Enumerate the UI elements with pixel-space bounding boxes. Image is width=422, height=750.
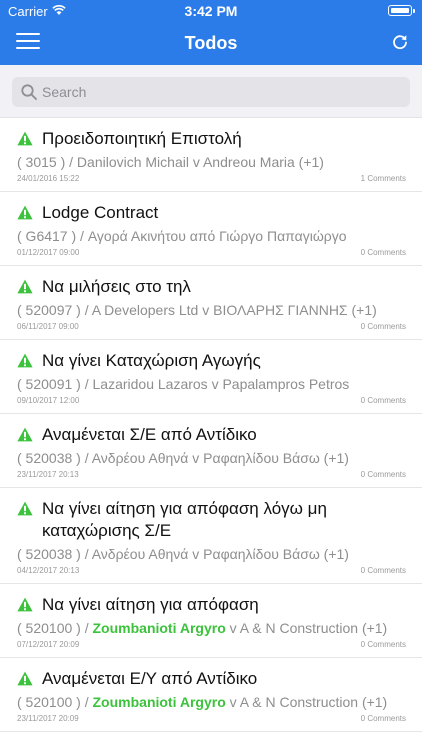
todo-assignee: Zoumbanioti Argyro xyxy=(92,694,226,710)
todo-case: ( G6417 ) / Αγορά Ακινήτου από Γιώργο Πα… xyxy=(17,227,408,246)
todo-title-row: Να γίνει αίτηση για απόφαση λόγω μη κατα… xyxy=(17,498,408,542)
todo-case-code: ( 520038 ) / xyxy=(17,450,92,466)
todo-title-row: Προειδοποιητική Επιστολή xyxy=(17,128,408,150)
todo-case-code: ( G6417 ) / xyxy=(17,228,88,244)
status-time: 3:42 PM xyxy=(184,3,238,19)
todo-title: Να γίνει αίτηση για απόφαση xyxy=(42,595,259,614)
todo-meta: 23/11/2017 20:13 0 Comments xyxy=(17,468,408,481)
todo-title-row: Να μιλήσεις στο τηλ xyxy=(17,276,408,298)
todo-meta: 01/12/2017 09:00 0 Comments xyxy=(17,246,408,259)
todo-title: Να μιλήσεις στο τηλ xyxy=(42,277,191,296)
warning-icon xyxy=(17,131,33,146)
todo-comments-count[interactable]: 0 Comments xyxy=(361,246,406,259)
todo-comments-count[interactable]: 0 Comments xyxy=(361,712,406,725)
todo-item[interactable]: Αναμένεται Σ/Ε από Αντίδικο ( 520038 ) /… xyxy=(0,414,422,488)
todo-case-code: ( 3015 ) / xyxy=(17,154,77,170)
todo-case-parties: Ανδρέου Αθηνά v Ραφαηλίδου Βάσω (+1) xyxy=(91,450,349,466)
todo-date: 06/11/2017 09:00 xyxy=(17,322,79,331)
todo-title: Αναμένεται Ε/Υ από Αντίδικο xyxy=(42,669,258,688)
todo-case: ( 520100 ) / Zoumbanioti Argyro v A & N … xyxy=(17,693,408,712)
search-bar xyxy=(0,65,422,118)
todo-item[interactable]: Να μιλήσεις στο τηλ ( 520097 ) / A Devel… xyxy=(0,266,422,340)
todo-date: 07/12/2017 20:09 xyxy=(17,640,80,649)
todo-item[interactable]: Αναμένεται Ε/Υ από Αντίδικο ( 520100 ) /… xyxy=(0,658,422,732)
todo-comments-count[interactable]: 0 Comments xyxy=(361,468,406,481)
todo-comments-count[interactable]: 0 Comments xyxy=(361,394,406,407)
todo-title-row: Αναμένεται Σ/Ε από Αντίδικο xyxy=(17,424,408,446)
todo-title: Να γίνει αίτηση για απόφαση λόγω μη κατα… xyxy=(42,499,327,540)
warning-icon xyxy=(17,205,33,220)
todo-item[interactable]: Να γίνει αίτηση για απόφαση λόγω μη κατα… xyxy=(0,488,422,584)
todo-case-parties: A Developers Ltd v ΒΙΟΛΑΡΗΣ ΓΙΑΝΝΗΣ (+1) xyxy=(91,302,377,318)
todo-date: 01/12/2017 09:00 xyxy=(17,248,80,257)
todo-title-row: Lodge Contract xyxy=(17,202,408,224)
todo-title-row: Να γίνει αίτηση για απόφαση xyxy=(17,594,408,616)
todo-date: 24/01/2016 15:22 xyxy=(17,174,80,183)
todo-case-parties: Lazaridou Lazaros v Papalampros Petros xyxy=(92,376,350,392)
todo-meta: 04/12/2017 20:13 0 Comments xyxy=(17,564,408,577)
todo-date: 04/12/2017 20:13 xyxy=(17,566,80,575)
todo-case-parties: Ανδρέου Αθηνά v Ραφαηλίδου Βάσω (+1) xyxy=(91,546,349,562)
todo-comments-count[interactable]: 0 Comments xyxy=(361,320,406,333)
todo-case: ( 3015 ) / Danilovich Michail v Andreou … xyxy=(17,153,408,172)
battery-icon xyxy=(388,5,415,16)
todo-case-code: ( 520100 ) / xyxy=(17,620,93,636)
search-input[interactable] xyxy=(42,77,402,107)
todo-case-parties: v A & N Construction (+1) xyxy=(225,694,388,710)
warning-icon xyxy=(17,427,33,442)
todo-case-code: ( 520097 ) / xyxy=(17,302,92,318)
todo-meta: 07/12/2017 20:09 0 Comments xyxy=(17,638,408,651)
todo-case-parties: v A & N Construction (+1) xyxy=(225,620,388,636)
todo-date: 23/11/2017 20:09 xyxy=(17,714,79,723)
search-box[interactable] xyxy=(12,77,410,107)
todo-meta: 06/11/2017 09:00 0 Comments xyxy=(17,320,408,333)
todo-item[interactable]: Να γίνει Καταχώριση Αγωγής ( 520091 ) / … xyxy=(0,340,422,414)
todo-title-row: Αναμένεται Ε/Υ από Αντίδικο xyxy=(17,668,408,690)
todo-comments-count[interactable]: 0 Comments xyxy=(361,638,406,651)
todo-list: Προειδοποιητική Επιστολή ( 3015 ) / Dani… xyxy=(0,118,422,732)
todo-case: ( 520038 ) / Ανδρέου Αθηνά v Ραφαηλίδου … xyxy=(17,449,408,468)
warning-icon xyxy=(17,353,33,368)
todo-case: ( 520038 ) / Ανδρέου Αθηνά v Ραφαηλίδου … xyxy=(17,545,408,564)
todo-comments-count[interactable]: 0 Comments xyxy=(361,564,406,577)
todo-item[interactable]: Προειδοποιητική Επιστολή ( 3015 ) / Dani… xyxy=(0,118,422,192)
page-title: Todos xyxy=(184,33,238,53)
status-bar: Carrier 3:42 PM xyxy=(0,0,422,22)
todo-item[interactable]: Lodge Contract ( G6417 ) / Αγορά Ακινήτο… xyxy=(0,192,422,266)
todo-title: Αναμένεται Σ/Ε από Αντίδικο xyxy=(42,425,257,444)
warning-icon xyxy=(17,671,33,686)
warning-icon xyxy=(17,279,33,294)
todo-case-parties: Αγορά Ακινήτου από Γιώργο Παπαγιώργο xyxy=(87,228,347,244)
todo-case: ( 520091 ) / Lazaridou Lazaros v Papalam… xyxy=(17,375,408,394)
todo-case-code: ( 520091 ) / xyxy=(17,376,93,392)
todo-title: Προειδοποιητική Επιστολή xyxy=(42,129,242,148)
search-icon xyxy=(21,84,37,100)
todo-title: Να γίνει Καταχώριση Αγωγής xyxy=(42,351,261,370)
todo-case: ( 520097 ) / A Developers Ltd v ΒΙΟΛΑΡΗΣ… xyxy=(17,301,408,320)
todo-meta: 24/01/2016 15:22 1 Comments xyxy=(17,172,408,185)
todo-comments-count[interactable]: 1 Comments xyxy=(361,172,406,185)
todo-case-code: ( 520100 ) / xyxy=(17,694,93,710)
warning-icon xyxy=(17,597,33,612)
todo-date: 09/10/2017 12:00 xyxy=(17,396,80,405)
todo-case: ( 520100 ) / Zoumbanioti Argyro v A & N … xyxy=(17,619,408,638)
todo-meta: 09/10/2017 12:00 0 Comments xyxy=(17,394,408,407)
todo-case-code: ( 520038 ) / xyxy=(17,546,92,562)
todo-title: Lodge Contract xyxy=(42,203,159,222)
todo-assignee: Zoumbanioti Argyro xyxy=(92,620,226,636)
todo-case-parties: Danilovich Michail v Andreou Maria (+1) xyxy=(76,154,324,170)
refresh-icon[interactable] xyxy=(390,32,410,52)
todo-title-row: Να γίνει Καταχώριση Αγωγής xyxy=(17,350,408,372)
todo-meta: 23/11/2017 20:09 0 Comments xyxy=(17,712,408,725)
todo-date: 23/11/2017 20:13 xyxy=(17,470,79,479)
warning-icon xyxy=(17,501,33,516)
todo-item[interactable]: Να γίνει αίτηση για απόφαση ( 520100 ) /… xyxy=(0,584,422,658)
nav-bar: Carrier 3:42 PM Todos xyxy=(0,0,422,65)
